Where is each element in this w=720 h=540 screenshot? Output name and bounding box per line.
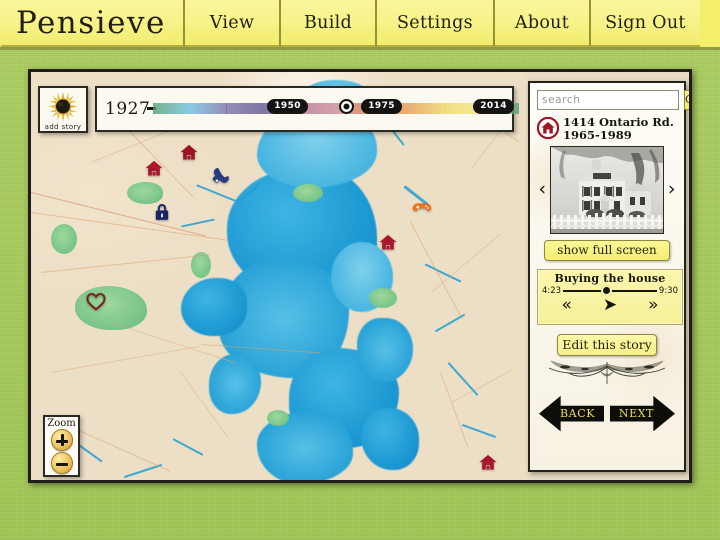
timeline-segment-core	[153, 105, 191, 112]
timeline-segment-core	[408, 105, 446, 112]
story-header: 1414 Ontario Rd. 1965-1989	[537, 116, 677, 142]
story-photo-row: ‹ ›	[537, 145, 677, 234]
map-marker-house-1[interactable]	[144, 158, 164, 178]
arrow-right-icon	[609, 395, 676, 432]
timeline-bar-wrapper[interactable]: 1950 1975 2014	[147, 86, 519, 132]
top-navigation-bar: Pensieve View Build Settings About Sign …	[0, 0, 720, 50]
search-go-button[interactable]: Go!	[684, 90, 689, 110]
story-title-block: 1414 Ontario Rd. 1965-1989	[563, 116, 674, 142]
timeline-segment-core	[226, 105, 264, 112]
map-marker-gamepad[interactable]	[412, 198, 432, 218]
house-icon	[379, 234, 397, 250]
audio-track[interactable]	[563, 284, 657, 296]
house-icon	[145, 160, 163, 176]
timeline-year-2014[interactable]: 2014	[473, 99, 514, 114]
map-marker-lock[interactable]	[152, 202, 172, 222]
ornamental-divider	[548, 360, 666, 384]
photo-prev-button[interactable]: ‹	[537, 180, 548, 199]
sunflower-icon	[48, 91, 78, 122]
map-marker-house-4[interactable]	[478, 452, 498, 472]
heart-icon	[86, 293, 106, 311]
story-map[interactable]: add story 1927 1950 1975 2014 Zoom	[31, 72, 526, 480]
map-green-patch	[51, 224, 77, 254]
audio-current-time: 4:23	[542, 285, 562, 296]
timeline-segment[interactable]	[189, 103, 227, 114]
audio-title: Buying the house	[554, 271, 666, 285]
audio-forward-icon[interactable]: »	[648, 296, 658, 314]
gamepad-icon	[412, 203, 432, 211]
zoom-out-button[interactable]	[50, 452, 73, 474]
map-green-patch	[293, 184, 323, 202]
nav-sign-out[interactable]: Sign Out	[591, 0, 700, 47]
audio-play-icon[interactable]: ➤	[603, 296, 617, 314]
wrench-icon	[212, 167, 229, 183]
story-sidebar: Go! 1414 Ontario Rd. 1965-1989 ‹	[528, 81, 689, 472]
add-story-button[interactable]: add story	[38, 86, 88, 133]
audio-rewind-icon[interactable]: «	[561, 296, 571, 314]
house-icon	[180, 144, 198, 160]
audio-player: Buying the house 4:23 9:30 « ➤ »	[537, 268, 683, 325]
timeline-segment[interactable]	[153, 103, 191, 114]
search-input[interactable]	[537, 90, 679, 110]
audio-total-time: 9:30	[658, 285, 678, 296]
story-title: 1414 Ontario Rd.	[563, 115, 674, 129]
house-icon	[479, 454, 497, 470]
app-frame: add story 1927 1950 1975 2014 Zoom Go!	[28, 69, 692, 483]
zoom-label: Zoom	[47, 418, 76, 429]
story-photo[interactable]	[549, 145, 665, 234]
timeline-year-1975[interactable]: 1975	[361, 99, 402, 114]
story-photo-image	[550, 146, 664, 233]
map-green-patch	[127, 182, 163, 204]
map-marker-heart[interactable]	[86, 292, 106, 312]
timeline-segment[interactable]	[226, 103, 264, 114]
timeline-start-year: 1927	[105, 99, 151, 119]
map-zoom-control[interactable]: Zoom	[43, 415, 80, 477]
map-marker-wrench[interactable]	[211, 166, 231, 186]
nav-build[interactable]: Build	[281, 0, 377, 47]
house-badge-icon	[537, 117, 559, 139]
zoom-in-button[interactable]	[50, 429, 73, 451]
edit-story-button[interactable]: Edit this story	[557, 333, 657, 356]
story-navigation-buttons: BACK NEXT	[537, 390, 677, 438]
timeline-segment[interactable]	[408, 103, 446, 114]
audio-transport-controls: « ➤ »	[538, 296, 682, 314]
map-green-patch	[369, 288, 397, 308]
photo-next-button[interactable]: ›	[666, 180, 677, 199]
next-button[interactable]: NEXT	[608, 390, 677, 438]
timeline-year-1950[interactable]: 1950	[267, 99, 308, 114]
timeline-bar[interactable]	[153, 103, 519, 114]
add-story-label: add story	[44, 123, 82, 131]
arrow-left-icon	[538, 395, 605, 432]
nav-view[interactable]: View	[185, 0, 281, 47]
show-full-screen-button[interactable]: show full screen	[544, 239, 670, 261]
story-dates: 1965-1989	[563, 127, 632, 142]
timeline-segment-core	[189, 105, 227, 112]
search-row: Go!	[537, 90, 689, 110]
nav-settings[interactable]: Settings	[377, 0, 495, 47]
nav-about[interactable]: About	[494, 0, 592, 47]
audio-scrub-knob[interactable]	[601, 284, 613, 296]
app-brand-title: Pensieve	[0, 0, 185, 47]
map-marker-house-2[interactable]	[179, 142, 199, 162]
map-green-patch	[267, 410, 289, 426]
map-marker-house-3[interactable]	[378, 232, 398, 252]
back-button[interactable]: BACK	[537, 390, 606, 438]
timeline-slider[interactable]: 1927 1950 1975 2014	[95, 86, 519, 132]
lock-icon	[155, 204, 169, 220]
